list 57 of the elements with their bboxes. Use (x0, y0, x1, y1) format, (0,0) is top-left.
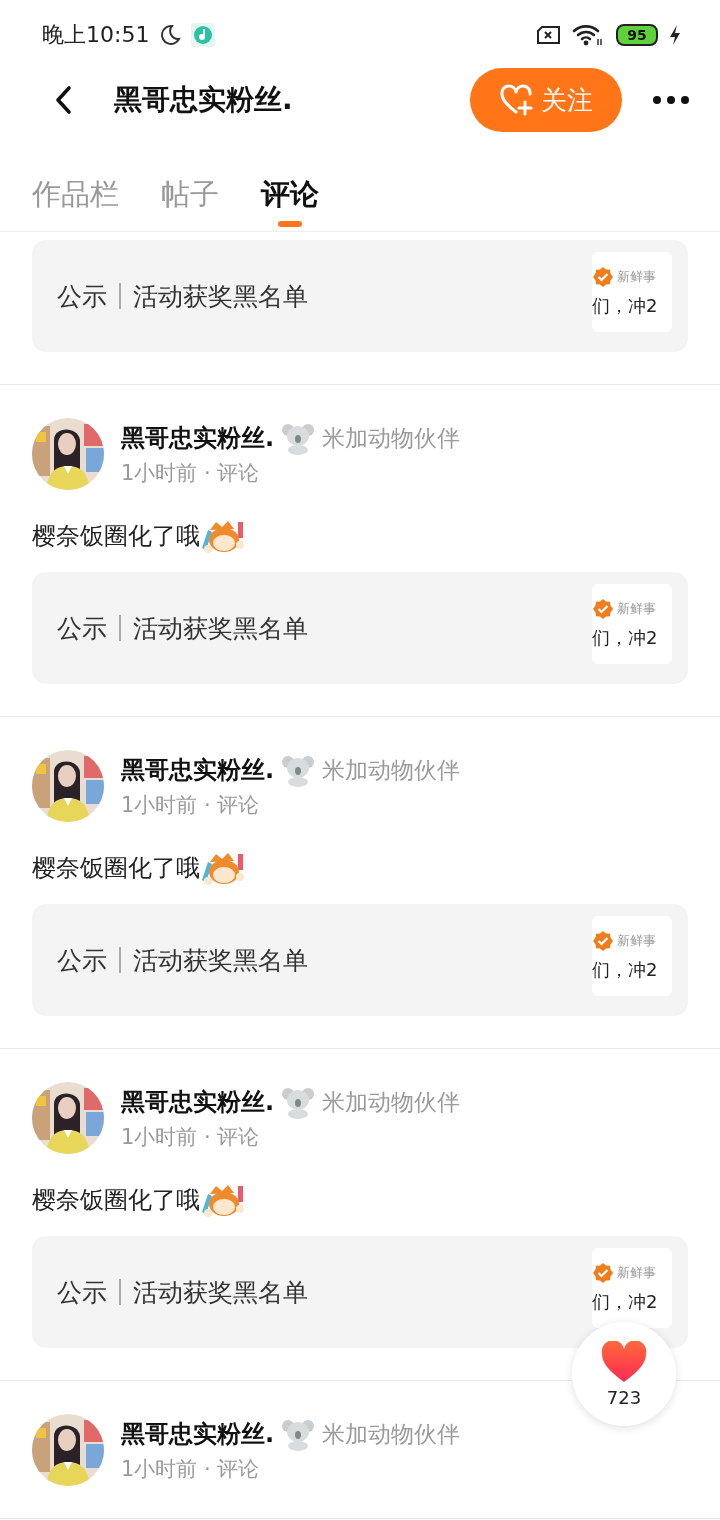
wifi-icon (572, 23, 602, 47)
status-time: 晚上10:51 (42, 21, 150, 49)
badge-label: 米加动物伙伴 (322, 755, 461, 785)
post-meta: 1小时前 · 评论 (121, 792, 261, 819)
author-name[interactable]: 黑哥忠实粉丝. (121, 1086, 275, 1118)
heart-plus-icon (499, 84, 535, 116)
verified-icon (592, 930, 614, 952)
comment-text: 樱奈饭圈化了哦 (32, 521, 200, 552)
card-tag: 公示 (57, 1275, 107, 1309)
card-tag: 公示 (57, 611, 107, 645)
thumb-source: 新鲜事 (617, 1264, 656, 1282)
card-tag: 公示 (57, 943, 107, 977)
koala-icon (282, 1417, 315, 1451)
card-title: 活动获奖黑名单 (133, 944, 308, 977)
thumb-text: 们，冲2 (592, 626, 659, 650)
badge-label: 米加动物伙伴 (322, 1419, 461, 1449)
linked-post-card[interactable]: 公示 活动获奖黑名单 新鲜事 们，冲2 (32, 240, 688, 352)
comment-text: 樱奈饭圈化了哦 (32, 1185, 200, 1216)
post-meta: 1小时前 · 评论 (121, 460, 261, 487)
verified-icon (592, 266, 614, 288)
battery-indicator: 95 (616, 24, 658, 46)
thumb-source: 新鲜事 (617, 600, 656, 618)
sim-card-icon (536, 25, 562, 45)
like-button[interactable]: 723 (572, 1322, 676, 1426)
koala-icon (282, 753, 315, 787)
verified-icon (592, 598, 614, 620)
page-title: 黑哥忠实粉丝. (114, 82, 294, 118)
badge-label: 米加动物伙伴 (322, 423, 461, 453)
author-name[interactable]: 黑哥忠实粉丝. (121, 1418, 275, 1450)
post-meta: 1小时前 · 评论 (121, 1456, 261, 1483)
thumb-text: 们，冲2 (592, 294, 659, 318)
charging-icon (668, 24, 682, 46)
verified-icon (592, 1262, 614, 1284)
thumb-source: 新鲜事 (617, 268, 656, 286)
heart-icon (601, 1340, 647, 1383)
card-title: 活动获奖黑名单 (133, 1276, 308, 1309)
tab[interactable]: 评论 (261, 174, 319, 231)
linked-post-card[interactable]: 公示 活动获奖黑名单 新鲜事 们，冲2 (32, 572, 688, 684)
thumb-text: 们，冲2 (592, 1290, 659, 1314)
thumb-text: 们，冲2 (592, 958, 659, 982)
moon-icon (159, 24, 182, 46)
koala-icon (282, 421, 315, 455)
card-title: 活动获奖黑名单 (133, 612, 308, 645)
linked-post-card[interactable]: 公示 活动获奖黑名单 新鲜事 们，冲2 (32, 1236, 688, 1348)
author-name[interactable]: 黑哥忠实粉丝. (121, 422, 275, 454)
comment-text: 樱奈饭圈化了哦 (32, 853, 200, 884)
like-count: 723 (606, 1386, 642, 1408)
linked-post-card[interactable]: 公示 活动获奖黑名单 新鲜事 们，冲2 (32, 904, 688, 1016)
thumb-source: 新鲜事 (617, 932, 656, 950)
card-title: 活动获奖黑名单 (133, 280, 308, 313)
app-notification-icon (191, 23, 216, 47)
badge-label: 米加动物伙伴 (322, 1087, 461, 1117)
more-options-icon[interactable] (652, 95, 690, 105)
author-name[interactable]: 黑哥忠实粉丝. (121, 754, 275, 786)
koala-icon (282, 1085, 315, 1119)
post-meta: 1小时前 · 评论 (121, 1124, 261, 1151)
card-tag: 公示 (57, 279, 107, 313)
